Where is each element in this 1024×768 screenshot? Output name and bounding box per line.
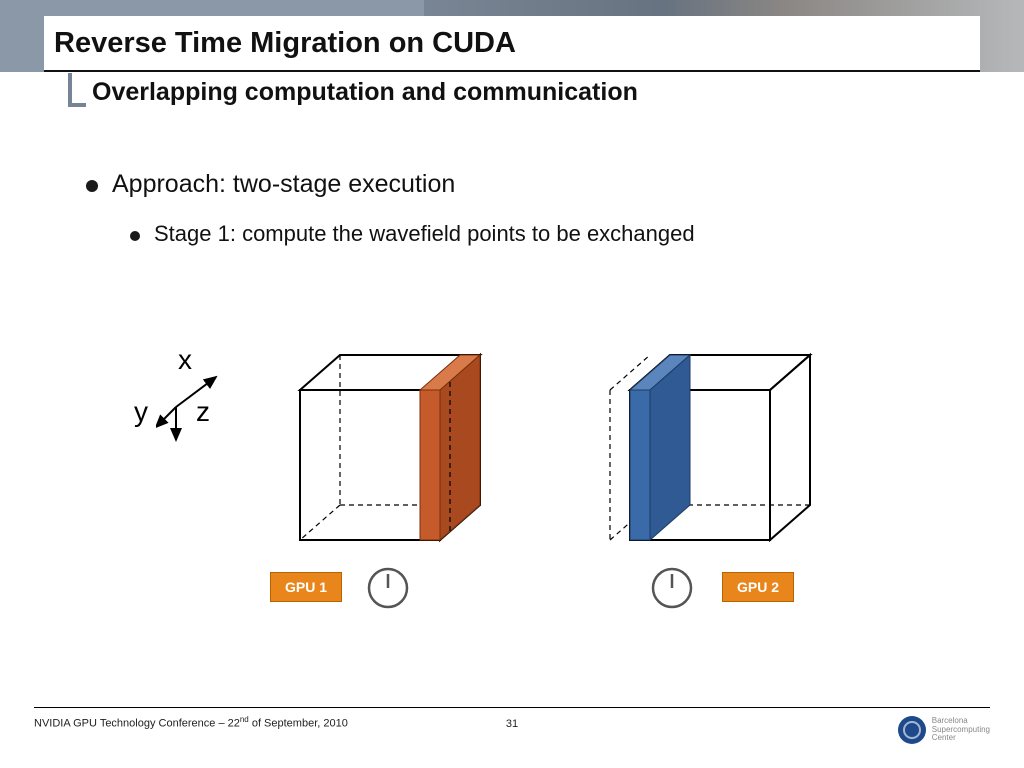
slide-title: Reverse Time Migration on CUDA bbox=[54, 27, 516, 60]
axes-arrows-icon bbox=[156, 372, 236, 442]
bsc-logo-text: Barcelona Supercomputing Center bbox=[932, 717, 990, 743]
cube-gpu1-icon bbox=[290, 350, 510, 550]
bullet-level1: Approach: two-stage execution bbox=[86, 170, 964, 199]
bullet-level2: Stage 1: compute the wavefield points to… bbox=[130, 221, 964, 247]
footer-text-suffix: of September, 2010 bbox=[249, 718, 348, 730]
slide: Reverse Time Migration on CUDA Overlappi… bbox=[0, 0, 1024, 768]
footer-text-prefix: NVIDIA GPU Technology Conference – 22 bbox=[34, 718, 240, 730]
footer-divider bbox=[34, 707, 990, 708]
slide-subtitle: Overlapping computation and communicatio… bbox=[92, 78, 638, 107]
footer-logo: Barcelona Supercomputing Center bbox=[898, 716, 990, 744]
page-number: 31 bbox=[506, 718, 518, 730]
bullet-dot-icon bbox=[86, 180, 98, 192]
axis-y-label: y bbox=[134, 396, 148, 428]
gpu1-cube bbox=[290, 350, 510, 555]
gpu2-badge: GPU 2 bbox=[722, 572, 794, 602]
footer-ordinal: nd bbox=[240, 715, 249, 724]
clock-icon bbox=[366, 566, 410, 610]
gpu2-cube bbox=[600, 350, 820, 555]
bullet-dot-icon bbox=[130, 231, 140, 241]
footer-conference: NVIDIA GPU Technology Conference – 22nd … bbox=[34, 715, 348, 730]
cube-gpu2-icon bbox=[600, 350, 820, 550]
axes-indicator: x y z bbox=[140, 350, 250, 460]
subtitle-bracket-icon bbox=[68, 73, 86, 107]
gpu1-badge: GPU 1 bbox=[270, 572, 342, 602]
bullet-level1-text: Approach: two-stage execution bbox=[112, 170, 455, 199]
title-box: Reverse Time Migration on CUDA bbox=[44, 16, 980, 72]
clock-icon bbox=[650, 566, 694, 610]
bsc-logo-icon bbox=[898, 716, 926, 744]
bullet-list: Approach: two-stage execution Stage 1: c… bbox=[86, 170, 964, 247]
subtitle-row: Overlapping computation and communicatio… bbox=[68, 78, 638, 107]
bullet-level2-text: Stage 1: compute the wavefield points to… bbox=[154, 221, 695, 247]
gpu-label-row: GPU 1 GPU 2 bbox=[150, 560, 910, 620]
